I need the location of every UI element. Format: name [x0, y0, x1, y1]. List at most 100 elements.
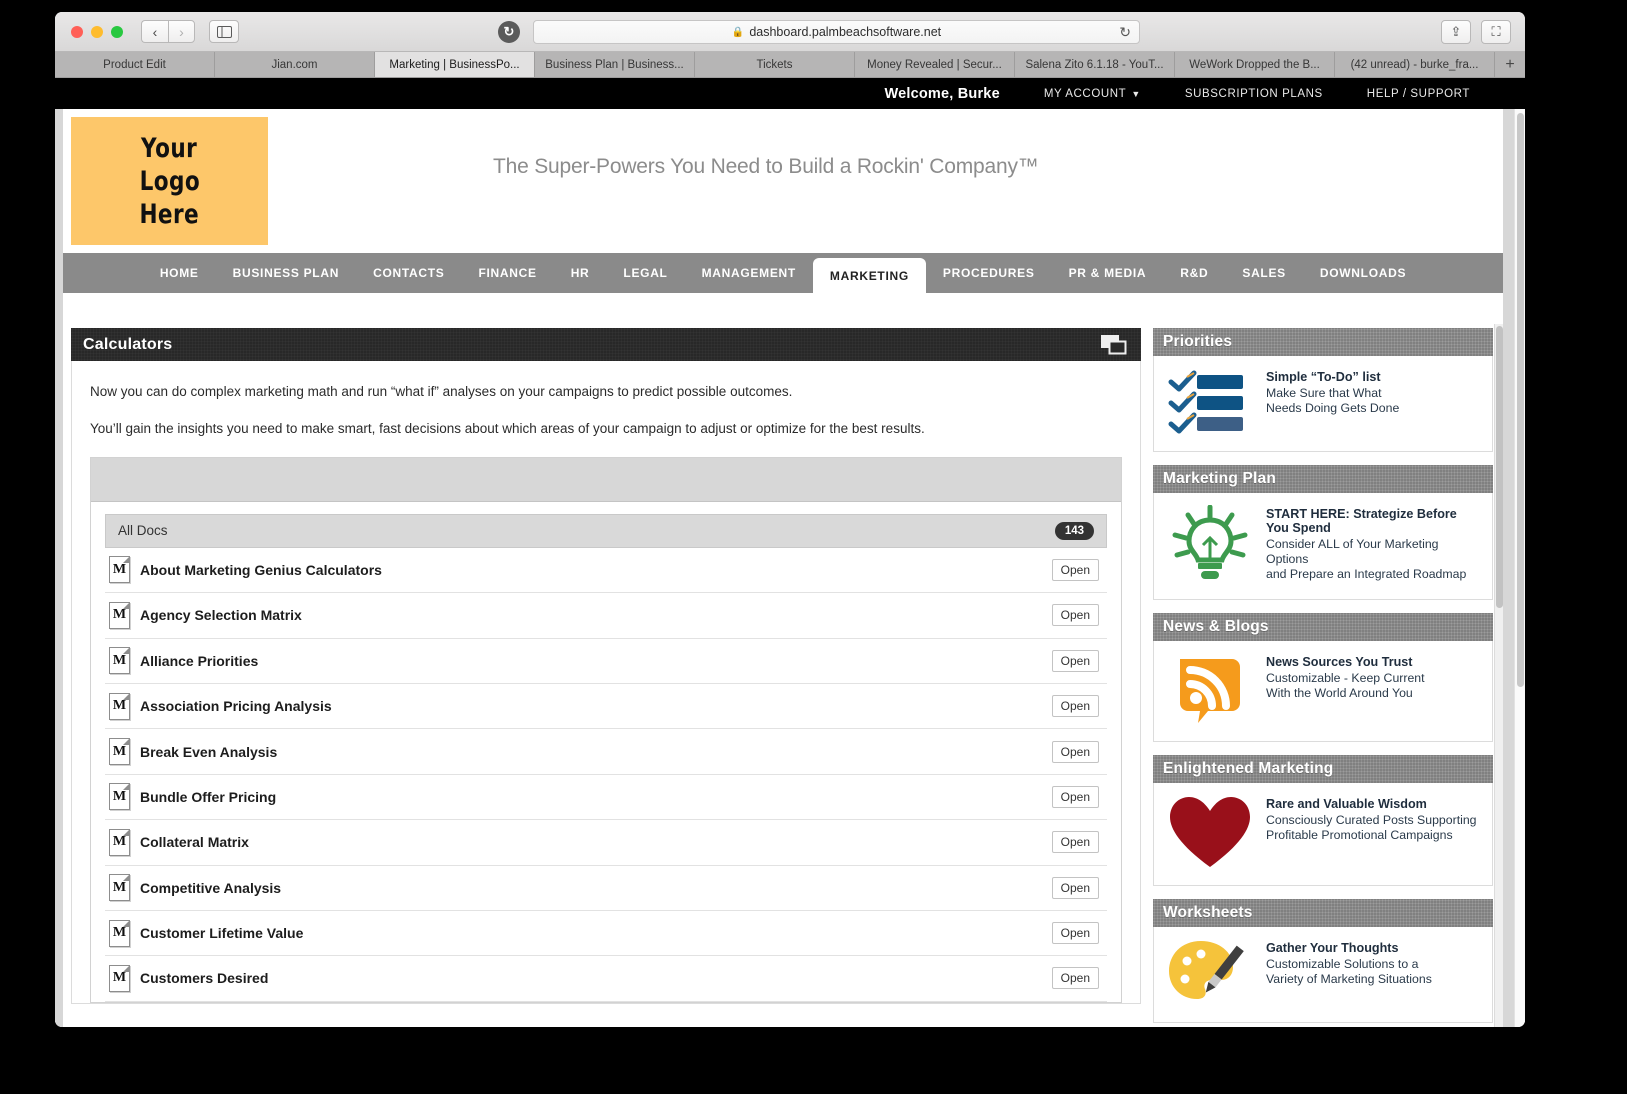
reload-icon[interactable]: ↻	[1119, 24, 1131, 41]
mainnav-item-business-plan[interactable]: BUSINESS PLAN	[216, 253, 356, 293]
maximize-window-button[interactable]	[111, 25, 123, 38]
document-list-toolbar[interactable]	[91, 457, 1121, 502]
window-controls[interactable]	[71, 25, 123, 38]
checklist-icon	[1164, 368, 1256, 435]
nav-buttons[interactable]: ‹ ›	[141, 20, 195, 43]
sidebar-scrollbar[interactable]	[1494, 324, 1503, 1027]
document-list-inner: All Docs 143 M About Marketing Genius Cal…	[91, 501, 1121, 1002]
minimize-window-button[interactable]	[91, 25, 103, 38]
document-row[interactable]: M Customers Desired Open	[105, 956, 1107, 1002]
document-file-icon-letter: M	[112, 698, 127, 714]
document-row-left: M Bundle Offer Pricing	[109, 783, 276, 811]
open-document-button[interactable]: Open	[1051, 740, 1099, 763]
document-row[interactable]: M Alliance Priorities Open	[105, 639, 1107, 684]
share-icon[interactable]: ⇪	[1441, 20, 1471, 44]
topnav-help-support[interactable]: HELP / SUPPORT	[1367, 88, 1470, 100]
topnav-subscription-plans[interactable]: SUBSCRIPTION PLANS	[1185, 88, 1323, 100]
widget-header: Worksheets	[1153, 899, 1493, 927]
open-document-button[interactable]: Open	[1051, 604, 1099, 627]
open-document-button[interactable]: Open	[1051, 785, 1099, 808]
document-rows: M About Marketing Genius Calculators Open M…	[105, 548, 1107, 1002]
chevron-down-icon: ▼	[1131, 88, 1141, 99]
browser-tab[interactable]: Product Edit	[55, 52, 215, 77]
logo-placeholder[interactable]: Your Logo Here	[71, 117, 268, 245]
mainnav-item-contacts[interactable]: CONTACTS	[356, 253, 461, 293]
widget-body[interactable]: Simple “To-Do” list Make Sure that What Ne…	[1153, 356, 1493, 452]
mainnav-item-pr-media[interactable]: PR & MEDIA	[1052, 253, 1164, 293]
document-file-icon: M	[109, 738, 130, 766]
document-row[interactable]: M Agency Selection Matrix Open	[105, 593, 1107, 639]
sidebar-toggle-icon[interactable]	[209, 20, 239, 43]
document-title: Alliance Priorities	[140, 652, 259, 669]
open-document-button[interactable]: Open	[1051, 831, 1099, 854]
widget-body[interactable]: News Sources You Trust Customizable - Kee…	[1153, 641, 1493, 742]
document-title: Customers Desired	[140, 970, 269, 987]
sidebar-scroll-thumb[interactable]	[1496, 326, 1503, 608]
document-row-left: M Agency Selection Matrix	[109, 601, 302, 629]
forward-arrow-icon[interactable]: ›	[168, 20, 195, 43]
close-window-button[interactable]	[71, 25, 83, 38]
topnav-my-account[interactable]: MY ACCOUNT ▼	[1044, 88, 1141, 100]
document-file-icon: M	[109, 783, 130, 811]
lightbulb-icon	[1164, 505, 1256, 583]
mainnav-item-procedures[interactable]: PROCEDURES	[926, 253, 1052, 293]
document-row-left: M Collateral Matrix	[109, 828, 249, 856]
open-document-button[interactable]: Open	[1051, 695, 1099, 718]
document-row[interactable]: M Bundle Offer Pricing Open	[105, 775, 1107, 821]
address-bar[interactable]: 🔒 dashboard.palmbeachsoftware.net ↻	[533, 20, 1140, 44]
page-scrollbar[interactable]	[1514, 109, 1525, 1027]
open-document-button[interactable]: Open	[1051, 649, 1099, 672]
mainnav-item-hr[interactable]: HR	[554, 253, 607, 293]
browser-tab[interactable]: WeWork Dropped the B...	[1175, 52, 1335, 77]
document-file-icon-letter: M	[112, 925, 127, 941]
all-docs-header[interactable]: All Docs 143	[105, 513, 1107, 548]
mainnav-item-marketing[interactable]: MARKETING	[812, 258, 926, 293]
widget-line-1: Consider ALL of Your Marketing Options	[1266, 537, 1439, 566]
widget-line-2: and Prepare an Integrated Roadmap	[1266, 567, 1467, 581]
open-document-button[interactable]: Open	[1051, 922, 1099, 945]
widget-body[interactable]: START HERE: Strategize Before You Spend C…	[1153, 493, 1493, 600]
widget-title: Priorities	[1163, 333, 1233, 350]
browser-tab[interactable]: Salena Zito 6.1.18 - YouT...	[1015, 52, 1175, 77]
document-row[interactable]: M Break Even Analysis Open	[105, 729, 1107, 775]
mainnav-item-legal[interactable]: LEGAL	[606, 253, 684, 293]
mainnav-item-sales[interactable]: SALES	[1225, 253, 1303, 293]
open-document-button[interactable]: Open	[1051, 967, 1099, 990]
mainnav-item-downloads[interactable]: DOWNLOADS	[1303, 253, 1423, 293]
widget-body[interactable]: Gather Your Thoughts Customizable Solutio…	[1153, 927, 1493, 1023]
document-row[interactable]: M Customer Lifetime Value Open	[105, 911, 1107, 957]
open-document-button[interactable]: Open	[1051, 876, 1099, 899]
document-file-icon: M	[109, 556, 130, 584]
mainnav-item-finance[interactable]: FINANCE	[461, 253, 553, 293]
mainnav-item-r-d[interactable]: R&D	[1163, 253, 1225, 293]
widget-body[interactable]: Rare and Valuable Wisdom Consciously Cura…	[1153, 783, 1493, 886]
document-row[interactable]: M Competitive Analysis Open	[105, 866, 1107, 911]
document-row[interactable]: M Collateral Matrix Open	[105, 820, 1107, 866]
restore-window-icon[interactable]	[1101, 335, 1127, 360]
mainnav-item-management[interactable]: MANAGEMENT	[685, 253, 813, 293]
browser-tab[interactable]: Tickets	[695, 52, 855, 77]
main-column: Calculators Now you can do complex marke…	[63, 324, 1141, 1027]
new-tab-button[interactable]: +	[1495, 52, 1525, 77]
document-file-icon-letter: M	[112, 561, 127, 577]
browser-tab[interactable]: Marketing | BusinessPo...	[375, 52, 535, 77]
new-tab-icon[interactable]: ⛶	[1481, 20, 1511, 44]
widget-line-1: Customizable - Keep Current	[1266, 671, 1425, 685]
browser-tab[interactable]: Jian.com	[215, 52, 375, 77]
doc-count-badge: 143	[1054, 521, 1094, 540]
document-file-icon-letter: M	[112, 652, 127, 668]
browser-tab[interactable]: Business Plan | Business...	[535, 52, 695, 77]
widget-heading: Gather Your Thoughts	[1266, 941, 1399, 955]
mainnav-item-home[interactable]: HOME	[143, 253, 216, 293]
browser-tab[interactable]: (42 unread) - burke_fra...	[1335, 52, 1495, 77]
sidebar-widget-enlightened-marketing: Enlightened Marketing Rare and Valuable …	[1153, 755, 1493, 886]
document-file-icon: M	[109, 647, 130, 675]
reader-mode-icon[interactable]: ↻	[498, 21, 520, 43]
back-arrow-icon[interactable]: ‹	[141, 20, 168, 43]
browser-tab[interactable]: Money Revealed | Secur...	[855, 52, 1015, 77]
sidebar-widget-marketing-plan: Marketing Plan START HERE: Strategize Be…	[1153, 465, 1493, 600]
page-scroll-thumb[interactable]	[1517, 113, 1524, 687]
document-row[interactable]: M About Marketing Genius Calculators Open	[105, 548, 1107, 594]
open-document-button[interactable]: Open	[1051, 558, 1099, 581]
document-row[interactable]: M Association Pricing Analysis Open	[105, 684, 1107, 730]
